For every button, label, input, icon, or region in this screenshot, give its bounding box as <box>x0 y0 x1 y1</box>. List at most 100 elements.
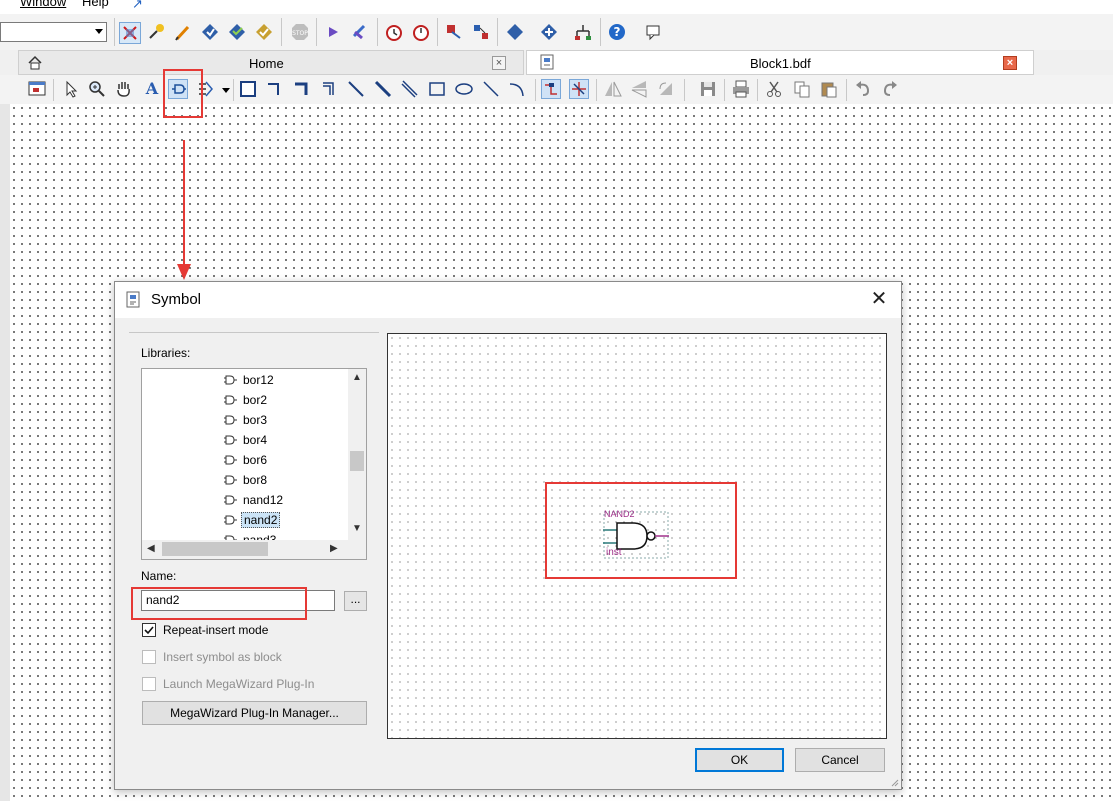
compile-icon[interactable] <box>200 22 220 42</box>
rotate-left-icon[interactable] <box>656 79 676 99</box>
chevron-left-icon[interactable]: ◀ <box>147 543 155 554</box>
browse-button[interactable]: ... <box>344 591 367 611</box>
hierarchy-icon[interactable] <box>573 22 593 42</box>
symbol-preview: NAND2 inst <box>387 333 887 739</box>
revision-combo[interactable] <box>0 22 107 42</box>
chip-planner-icon[interactable] <box>444 22 464 42</box>
orthogonal-node-tool-icon[interactable] <box>264 79 284 99</box>
stop-icon[interactable]: STOP <box>290 22 310 42</box>
save-icon[interactable] <box>698 79 718 99</box>
rectangle-tool-icon[interactable] <box>427 79 447 99</box>
primitive-symbol-icon <box>224 493 237 506</box>
repeat-insert-label: Repeat-insert mode <box>163 623 269 637</box>
megawizard-manager-button[interactable]: MegaWizard Plug-In Manager... <box>142 701 367 725</box>
redo-icon[interactable] <box>880 79 900 99</box>
horizontal-scrollbar[interactable]: ◀ ▶ <box>142 540 366 559</box>
dialog-title: Symbol <box>151 291 202 308</box>
list-item[interactable]: bor4 <box>222 431 352 449</box>
block-tool-icon[interactable] <box>238 79 258 99</box>
analysis-icon[interactable] <box>227 22 247 42</box>
line-tool-icon[interactable] <box>481 79 501 99</box>
pencil-icon[interactable] <box>173 22 193 42</box>
selection-tool-icon[interactable] <box>61 79 81 99</box>
list-item[interactable]: bor8 <box>222 471 352 489</box>
flip-horizontal-icon[interactable] <box>603 79 623 99</box>
copy-icon[interactable] <box>792 79 812 99</box>
cut-icon[interactable] <box>764 79 784 99</box>
list-item[interactable]: nand12 <box>222 491 352 509</box>
orthogonal-conduit-tool-icon[interactable] <box>320 79 340 99</box>
menu-window[interactable]: Window <box>20 0 66 9</box>
pin-planner-icon[interactable] <box>147 22 167 42</box>
netlist-viewer-icon[interactable] <box>471 22 491 42</box>
primitive-symbol-icon <box>224 413 237 426</box>
libraries-tree[interactable]: bor12 bor2 bor3 bor4 bor6 bor8 nand12 na… <box>141 368 367 560</box>
primitive-symbol-icon <box>224 433 237 446</box>
block-diagram-icon <box>539 53 557 74</box>
help-icon[interactable]: ? <box>607 22 627 42</box>
ok-button[interactable]: OK <box>695 748 784 772</box>
resize-grip-icon[interactable] <box>889 777 899 787</box>
programmer-icon[interactable] <box>539 22 559 42</box>
orthogonal-bus-tool-icon[interactable] <box>292 79 312 99</box>
pointer-icon: ↗ <box>132 0 143 11</box>
diagonal-bus-tool-icon[interactable] <box>373 79 393 99</box>
synthesis-icon[interactable] <box>254 22 274 42</box>
rubberbanding-icon[interactable] <box>541 79 561 99</box>
close-icon[interactable]: ✕ <box>867 288 891 312</box>
primitive-symbol-icon <box>224 473 237 486</box>
launch-megawizard-checkbox[interactable] <box>142 677 156 691</box>
tab-home[interactable]: Home × <box>18 50 524 75</box>
diagonal-node-tool-icon[interactable] <box>346 79 366 99</box>
partial-line-selection-icon[interactable] <box>569 79 589 99</box>
diagonal-conduit-tool-icon[interactable] <box>400 79 420 99</box>
detach-window-icon[interactable] <box>27 79 47 99</box>
start-icon[interactable] <box>323 22 343 42</box>
scroll-thumb[interactable] <box>350 451 364 471</box>
oval-tool-icon[interactable] <box>454 79 474 99</box>
list-item[interactable]: bor12 <box>222 371 352 389</box>
timing-icon[interactable] <box>384 22 404 42</box>
home-icon <box>27 55 43 74</box>
list-item[interactable]: bor3 <box>222 411 352 429</box>
name-field-highlight <box>131 587 307 620</box>
close-icon[interactable]: × <box>492 56 506 70</box>
close-icon[interactable]: × <box>1003 56 1017 70</box>
list-item[interactable]: bor6 <box>222 451 352 469</box>
insert-as-block-checkbox[interactable] <box>142 650 156 664</box>
start-step-icon[interactable] <box>350 22 370 42</box>
print-icon[interactable] <box>731 79 751 99</box>
flip-vertical-icon[interactable] <box>629 79 649 99</box>
dialog-title-bar: Symbol ✕ <box>115 282 901 318</box>
comment-icon[interactable] <box>643 22 663 42</box>
cancel-button[interactable]: Cancel <box>795 748 885 772</box>
instance-label: inst <box>606 547 622 558</box>
paste-icon[interactable] <box>819 79 839 99</box>
undo-icon[interactable] <box>853 79 873 99</box>
chevron-up-icon[interactable]: ▲ <box>352 372 362 383</box>
chevron-down-icon[interactable] <box>222 88 230 93</box>
text-tool-icon[interactable]: A <box>142 79 162 99</box>
compile-flow-icon[interactable] <box>119 22 141 44</box>
tab-block1-label: Block1.bdf <box>750 56 811 71</box>
assembler-icon[interactable] <box>505 22 525 42</box>
main-toolbar: STOP ? <box>0 14 1113 51</box>
menu-bar: Window Help ↗ <box>0 0 1113 14</box>
vertical-scrollbar[interactable]: ▲ ▼ <box>348 369 366 540</box>
timing-analyzer-icon[interactable] <box>411 22 431 42</box>
insert-as-block-label: Insert symbol as block <box>163 650 282 664</box>
repeat-insert-checkbox[interactable] <box>142 623 156 637</box>
primitive-symbol-icon <box>224 513 237 526</box>
scroll-thumb[interactable] <box>162 542 268 556</box>
arc-tool-icon[interactable] <box>507 79 527 99</box>
tab-block1[interactable]: Block1.bdf × <box>526 50 1034 75</box>
zoom-tool-icon[interactable] <box>87 79 107 99</box>
name-label: Name: <box>141 569 177 583</box>
list-item[interactable]: bor2 <box>222 391 352 409</box>
hand-tool-icon[interactable] <box>114 79 134 99</box>
chevron-down-icon[interactable]: ▼ <box>352 523 362 534</box>
chevron-right-icon[interactable]: ▶ <box>330 543 338 554</box>
list-item-selected[interactable]: nand2 <box>222 511 352 529</box>
menu-help[interactable]: Help <box>82 0 109 9</box>
symbol-dialog: Symbol ✕ Libraries: bor12 bor2 bor3 bor4… <box>114 281 902 790</box>
